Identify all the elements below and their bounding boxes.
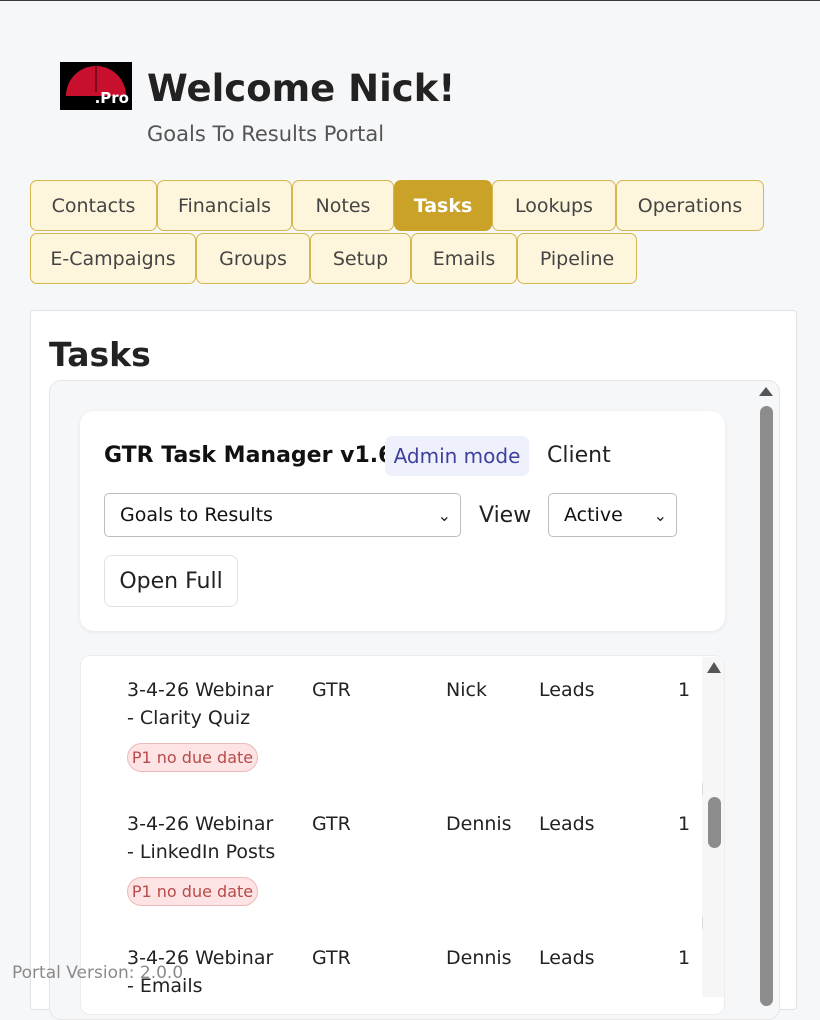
task-category: Leads [539, 813, 595, 835]
chevron-down-icon: ⌄ [653, 506, 667, 525]
tab-emails[interactable]: Emails [411, 233, 517, 284]
frame-scrollbar[interactable] [760, 406, 773, 1006]
logo: .Pro [60, 62, 132, 110]
task-category: Leads [539, 679, 595, 701]
tab-contacts[interactable]: Contacts [30, 180, 157, 231]
task-owner: Dennis [446, 813, 512, 835]
priority-badge: P1 no due date [127, 877, 258, 906]
tab-setup[interactable]: Setup [310, 233, 411, 284]
priority-badge: P1 no due date [127, 743, 258, 772]
tab-financials[interactable]: Financials [157, 180, 292, 231]
task-company: GTR [312, 679, 351, 701]
task-owner: Dennis [446, 947, 512, 969]
tab-notes[interactable]: Notes [292, 180, 394, 231]
chevron-down-icon: ⌄ [437, 506, 451, 525]
admin-mode-badge: Admin mode [385, 436, 529, 476]
tab-e-campaigns[interactable]: E-Campaigns [30, 233, 196, 284]
view-label: View [479, 503, 532, 528]
tab-lookups[interactable]: Lookups [492, 180, 616, 231]
view-select[interactable]: Active ⌄ [548, 493, 677, 537]
task-extra: 1 [678, 679, 691, 701]
open-full-button[interactable]: Open Full [104, 555, 238, 607]
task-company: GTR [312, 813, 351, 835]
tab-tasks[interactable]: Tasks [394, 180, 492, 231]
client-select[interactable]: Goals to Results ⌄ [104, 493, 461, 537]
scroll-up-arrow-icon[interactable] [759, 387, 773, 396]
portal-version: Portal Version: 2.0.0 [12, 963, 184, 983]
list-scrollbar-thumb[interactable] [708, 797, 721, 848]
portal-subtitle: Goals To Results Portal [147, 122, 385, 146]
task-name: 3-4-26 Webinar [127, 813, 274, 835]
tab-operations[interactable]: Operations [616, 180, 764, 231]
task-extra: 1 [678, 813, 691, 835]
tab-pipeline[interactable]: Pipeline [517, 233, 637, 284]
scroll-up-arrow-icon[interactable] [707, 662, 721, 673]
panel-title: Tasks [49, 335, 151, 374]
task-manager-title: GTR Task Manager v1.6 [104, 443, 394, 468]
task-name: - LinkedIn Posts [127, 841, 276, 863]
welcome-title: Welcome Nick! [147, 67, 456, 110]
task-owner: Nick [446, 679, 487, 701]
logo-text: .Pro [94, 89, 129, 107]
task-name: 3-4-26 Webinar [127, 679, 274, 701]
task-extra: 1 [678, 947, 691, 969]
tab-groups[interactable]: Groups [196, 233, 310, 284]
client-label: Client [547, 443, 611, 468]
task-category: Leads [539, 947, 595, 969]
task-name: - Clarity Quiz [127, 707, 251, 729]
task-company: GTR [312, 947, 351, 969]
